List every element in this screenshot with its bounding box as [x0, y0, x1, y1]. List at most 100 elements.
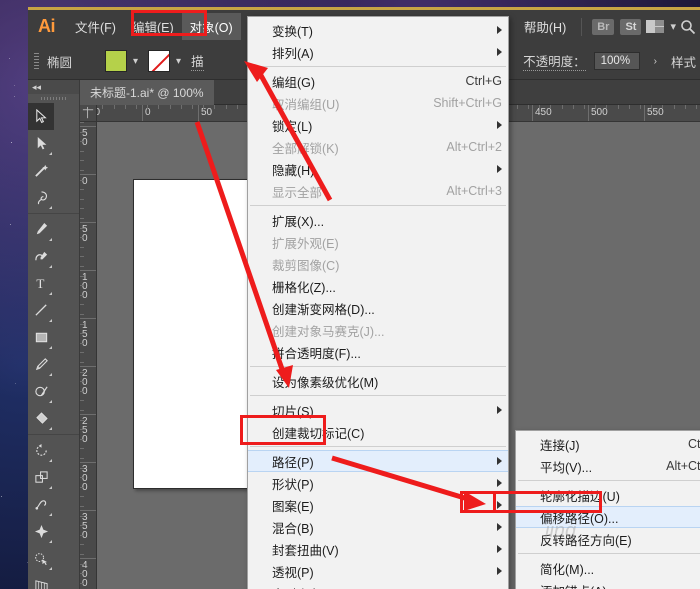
menu-item-label: 创建裁切标记(C): [272, 423, 364, 442]
styles-label[interactable]: 样式: [671, 52, 696, 71]
ruler-tick: [80, 468, 84, 469]
object-menu-item: 显示全部Alt+Ctrl+3: [248, 180, 508, 202]
fill-color-swatch[interactable]: [105, 50, 127, 72]
object-menu-item[interactable]: 隐藏(H): [248, 158, 508, 180]
bridge-icon[interactable]: Br: [592, 19, 614, 35]
object-menu-item[interactable]: 扩展(X)...: [248, 209, 508, 231]
ruler-tick: [80, 174, 97, 175]
lasso-tool[interactable]: [28, 184, 54, 211]
ruler-tick: [80, 199, 84, 200]
path-submenu-dropdown[interactable]: 连接(J)Ctrl+J平均(V)...Alt+Ctrl+J 轮廓化描边(U)偏移路…: [515, 430, 700, 589]
vertical-ruler[interactable]: 50050100150200250300350400: [80, 122, 97, 589]
menubar-item-object[interactable]: 对象(O): [182, 13, 241, 40]
path-submenu-item[interactable]: 平均(V)...Alt+Ctrl+J: [516, 455, 700, 477]
star: [1, 496, 2, 497]
paintbrush-tool[interactable]: [28, 351, 54, 378]
document-tab[interactable]: 未标题-1.ai* @ 100%: [80, 80, 214, 105]
stroke-swatch-group[interactable]: ▾: [148, 50, 187, 72]
path-submenu-item[interactable]: 添加锚点(A): [516, 579, 700, 589]
width-tool[interactable]: [28, 491, 54, 518]
object-menu-item[interactable]: 路径(P): [248, 450, 508, 472]
menu-item-label: 设为像素级优化(M): [272, 372, 378, 391]
stroke-none-swatch[interactable]: [148, 50, 170, 72]
ruler-origin-corner[interactable]: [80, 105, 97, 122]
menubar-item-file[interactable]: 文件(F): [67, 13, 124, 40]
object-menu-dropdown[interactable]: 变换(T)排列(A)编组(G)Ctrl+G取消编组(U)Shift+Ctrl+G…: [247, 16, 509, 589]
object-menu-item[interactable]: 实时上色(N): [248, 582, 508, 589]
stroke-weight-label[interactable]: 描: [191, 51, 204, 71]
screenshot-root: Ai 文件(F) 编辑(E) 对象(O) W) 帮助(H) Br St ▾ 椭圆: [0, 0, 700, 589]
object-menu-item[interactable]: 创建裁切标记(C): [248, 421, 508, 443]
menubar-item-edit[interactable]: 编辑(E): [124, 13, 182, 40]
search-icon[interactable]: [680, 19, 696, 35]
ruler-tick: [80, 558, 97, 559]
object-menu-item[interactable]: 创建渐变网格(D)...: [248, 297, 508, 319]
selection-tool[interactable]: [28, 103, 54, 130]
object-menu-item[interactable]: 变换(T): [248, 19, 508, 41]
object-menu-item[interactable]: 图案(E): [248, 494, 508, 516]
menu-item-label: 实时上色(N): [272, 584, 339, 589]
perspective-grid-tool[interactable]: [28, 572, 54, 589]
shape-builder-tool[interactable]: [28, 545, 54, 572]
object-menu-item[interactable]: 栅格化(Z)...: [248, 275, 508, 297]
object-menu-item[interactable]: 设为像素级优化(M): [248, 370, 508, 392]
object-menu-item[interactable]: 透视(P): [248, 560, 508, 582]
menu-item-label: 切片(S): [272, 401, 314, 420]
ruler-tick: [80, 256, 84, 257]
eraser-tool[interactable]: [28, 405, 54, 432]
line-segment-tool[interactable]: [28, 297, 54, 324]
shaper-tool[interactable]: [28, 378, 54, 405]
path-submenu-item[interactable]: 偏移路径(O)...: [516, 506, 700, 528]
opacity-input[interactable]: 100%: [594, 52, 640, 70]
chevron-down-icon[interactable]: ▾: [127, 56, 144, 67]
object-menu-item[interactable]: 编组(G)Ctrl+G: [248, 70, 508, 92]
object-menu-item[interactable]: 锁定(L): [248, 114, 508, 136]
artboard-shape[interactable]: [133, 179, 263, 489]
ruler-tick: [80, 333, 84, 334]
menu-item-label: 创建对象马赛克(J)...: [272, 321, 385, 340]
chevron-down-icon[interactable]: ▾: [670, 20, 676, 33]
submenu-arrow-icon: [497, 545, 502, 553]
path-submenu-item[interactable]: 简化(M)...: [516, 557, 700, 579]
tools-grid: T: [28, 103, 79, 589]
scale-tool[interactable]: [28, 464, 54, 491]
menubar-divider: [581, 18, 582, 36]
curvature-tool[interactable]: [28, 243, 54, 270]
stock-icon[interactable]: St: [620, 19, 641, 35]
ruler-tick: [80, 510, 97, 511]
ruler-tick: [80, 189, 84, 190]
free-transform-tool[interactable]: [28, 518, 54, 545]
object-menu-item[interactable]: 拼合透明度(F)...: [248, 341, 508, 363]
collapse-panel-button[interactable]: ◂◂: [28, 80, 79, 94]
object-menu-item[interactable]: 切片(S): [248, 399, 508, 421]
object-menu-item[interactable]: 排列(A): [248, 41, 508, 63]
tool-flyout-corner-icon: [49, 400, 52, 403]
chevron-down-icon[interactable]: ▾: [170, 56, 187, 67]
menubar-item-help[interactable]: 帮助(H): [516, 13, 574, 40]
fill-swatch-group[interactable]: ▾: [105, 50, 144, 72]
chevron-right-icon[interactable]: ›: [648, 56, 663, 67]
magic-wand-tool[interactable]: [28, 157, 54, 184]
ruler-tick: [80, 372, 84, 373]
rectangle-tool[interactable]: [28, 324, 54, 351]
object-menu-item[interactable]: 形状(P): [248, 472, 508, 494]
tools-panel-grip[interactable]: [28, 94, 79, 103]
object-menu-item[interactable]: 封套扭曲(V): [248, 538, 508, 560]
control-bar-grip[interactable]: [34, 53, 39, 70]
ruler-tick: [214, 105, 215, 109]
rotate-tool[interactable]: [28, 437, 54, 464]
arrange-documents-icon[interactable]: [646, 20, 664, 33]
star: [15, 383, 16, 384]
path-submenu-item[interactable]: 反转路径方向(E): [516, 528, 700, 550]
ruler-label: 50: [198, 107, 212, 118]
ruler-tick: [80, 573, 84, 574]
type-tool[interactable]: T: [28, 270, 54, 297]
direct-selection-tool[interactable]: [28, 130, 54, 157]
pen-tool[interactable]: [28, 216, 54, 243]
object-menu-item[interactable]: 混合(B): [248, 516, 508, 538]
ruler-tick: [80, 237, 84, 238]
ruler-tick: [562, 105, 563, 109]
tool-flyout-corner-icon: [49, 459, 52, 462]
path-submenu-item[interactable]: 轮廓化描边(U): [516, 484, 700, 506]
path-submenu-item[interactable]: 连接(J)Ctrl+J: [516, 433, 700, 455]
